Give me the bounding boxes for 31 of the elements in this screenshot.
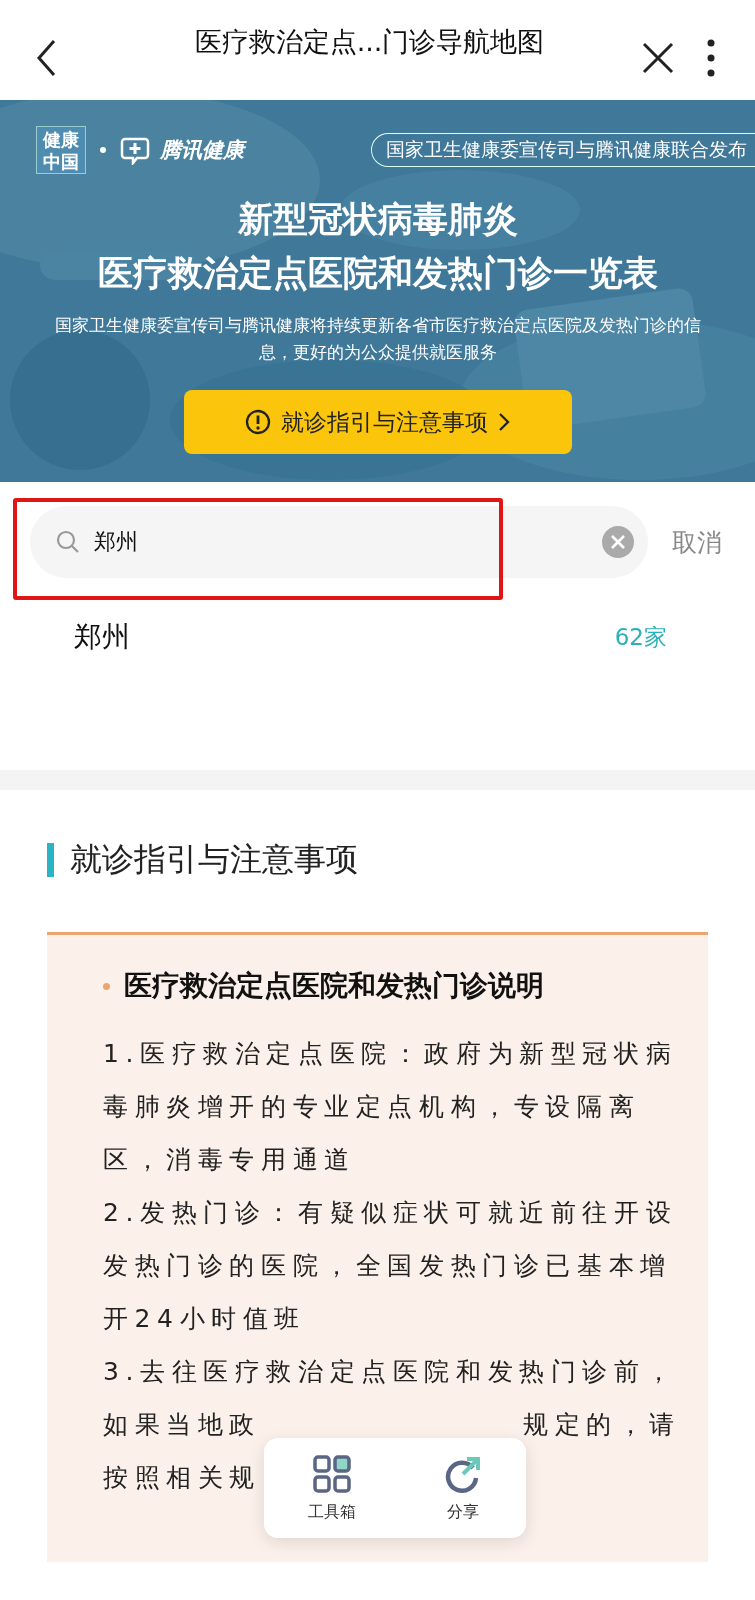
bullet-icon <box>103 982 110 990</box>
section-title: 就诊指引与注意事项 <box>70 839 358 880</box>
guide-paragraph: 2.发热门诊：有疑似症状可就近前往开设发热门诊的医院，全国发热门诊已基本增开24小时值班 <box>103 1197 679 1335</box>
paragraph-fragment: 3.去往医疗救治定点医院和发热门诊前， <box>103 1356 678 1388</box>
paragraph-fragment: 如果当地政 <box>103 1409 261 1441</box>
cancel-button[interactable]: 取消 <box>666 524 728 560</box>
chevron-right-icon <box>498 412 510 432</box>
page-title: 医疗救治定点...门诊导航地图 <box>193 25 546 59</box>
accent-bar <box>47 843 54 877</box>
search-icon <box>56 530 80 554</box>
logo: 健康中国 <box>36 126 86 174</box>
exclamation-icon <box>245 409 271 435</box>
guide-paragraph: 1.医疗救治定点医院：政府为新型冠状病毒肺炎增开的专业定点机构，专设隔离区，消毒专用通道 <box>103 1038 679 1176</box>
more-icon[interactable] <box>707 38 715 78</box>
guide-button[interactable]: 就诊指引与注意事项 <box>183 390 572 454</box>
search-field[interactable]: 郑州 <box>30 506 648 578</box>
banner-subtitle: 国家卫生健康委宣传司与腾讯健康将持续更新各省市医疗救治定点医院及发热门诊的信息，更好的为公众提供就医服务 <box>53 315 702 364</box>
paragraph-fragment: 按照相关规 <box>103 1462 261 1494</box>
paragraph-fragment: 规定的，请 <box>523 1409 681 1441</box>
toolbar-button[interactable]: 工具箱 <box>301 1452 362 1524</box>
back-icon[interactable] <box>34 38 58 78</box>
close-icon[interactable] <box>641 41 675 75</box>
plus-bubble-icon <box>120 135 150 165</box>
city-result[interactable]: 郑州 <box>74 618 130 656</box>
banner-title: 新型冠状病毒肺炎 <box>237 198 518 241</box>
hospital-count: 62家 <box>614 622 667 652</box>
grid-icon <box>311 1453 352 1494</box>
card-title: 医疗救治定点医院和发热门诊说明 <box>124 968 544 1004</box>
search-input[interactable]: 郑州 <box>92 528 590 556</box>
banner-title: 医疗救治定点医院和发热门诊一览表 <box>97 252 658 295</box>
toolbar-button[interactable]: 分享 <box>436 1452 489 1524</box>
